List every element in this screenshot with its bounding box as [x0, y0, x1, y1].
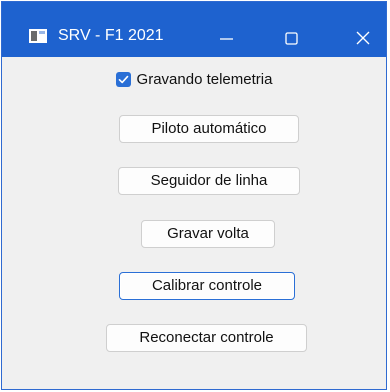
- app-window-icon: [29, 29, 47, 43]
- window-title: SRV - F1 2021: [58, 27, 164, 44]
- telemetry-checkbox[interactable]: [115, 71, 131, 87]
- minimize-icon: [220, 38, 233, 40]
- minimize-button[interactable]: [201, 14, 251, 56]
- title-bar[interactable]: SRV - F1 2021: [2, 2, 386, 57]
- line-follower-button[interactable]: Seguidor de linha: [118, 167, 300, 195]
- app-window: SRV - F1 2021 Gravando telemetria Piloto…: [1, 1, 387, 390]
- record-lap-button[interactable]: Gravar volta: [141, 220, 275, 248]
- maximize-icon: [285, 32, 298, 45]
- autopilot-button[interactable]: Piloto automático: [119, 115, 299, 143]
- checkmark-icon: [118, 75, 128, 83]
- client-area: Gravando telemetria Piloto automático Se…: [2, 57, 386, 389]
- calibrate-controller-button[interactable]: Calibrar controle: [119, 272, 295, 300]
- reconnect-controller-button[interactable]: Reconectar controle: [106, 324, 307, 352]
- maximize-button[interactable]: [266, 14, 316, 56]
- close-icon: [356, 31, 370, 45]
- close-button[interactable]: [336, 14, 386, 56]
- telemetry-checkbox-row[interactable]: Gravando telemetria: [2, 68, 386, 90]
- telemetry-checkbox-label[interactable]: Gravando telemetria: [137, 71, 273, 88]
